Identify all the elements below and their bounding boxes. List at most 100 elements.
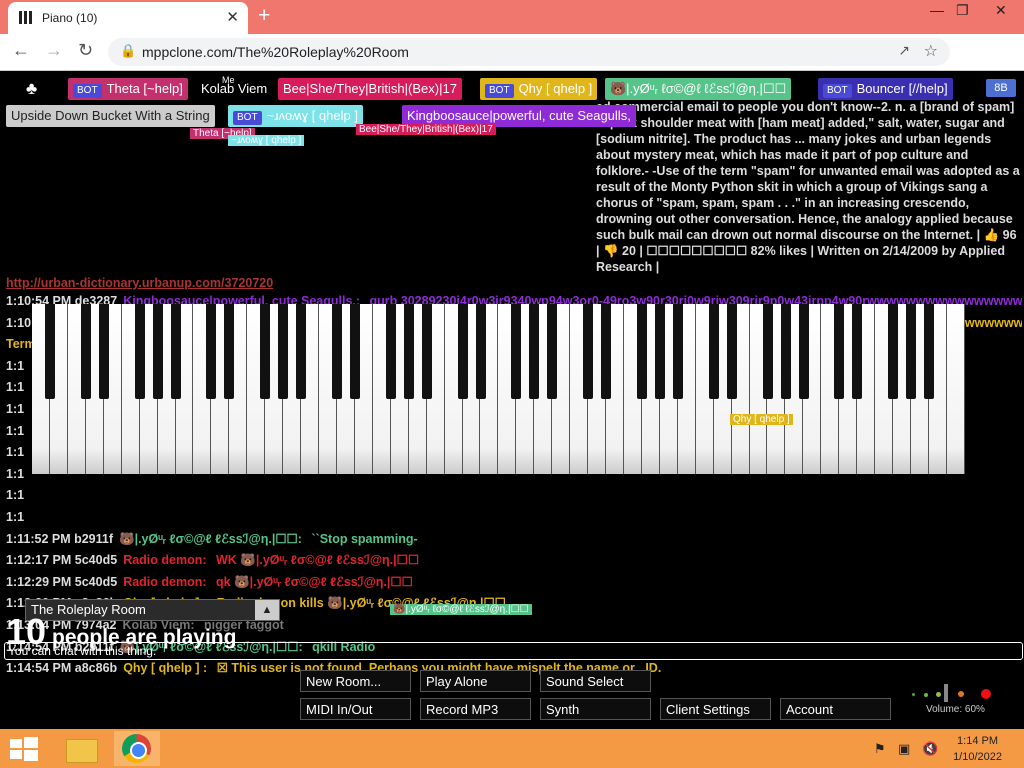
chat-line: 1:12:17 PM 5c40d5 Radio demon: WK 🐻|.уØᵘᵣ… (6, 550, 1022, 572)
chrome-taskbar-icon[interactable] (114, 731, 160, 766)
cursor-label: 🐻|.уØᵘᵣ ℓσ©@ℓ ℓℰѕѕℐ@η.|☐☐ (390, 604, 532, 615)
sound-select-button[interactable]: Sound Select (540, 670, 651, 692)
account-button[interactable]: Account (780, 698, 891, 720)
user-list: BOT Theta [~help] Kolab Viem Bee|She/They|B… (0, 71, 1024, 131)
bot-badge: BOT (823, 84, 852, 98)
tab-title: Piano (10) (42, 11, 98, 25)
black-key[interactable] (349, 304, 360, 399)
black-key[interactable] (278, 304, 289, 399)
black-key[interactable] (206, 304, 217, 399)
black-key[interactable] (44, 304, 55, 399)
black-key[interactable] (888, 304, 899, 399)
black-key[interactable] (708, 304, 719, 399)
black-key[interactable] (457, 304, 468, 399)
record-mp3-button[interactable]: Record MP3 (420, 698, 531, 720)
minimize-icon[interactable]: — (930, 2, 944, 18)
chat-name: Radio demon: (123, 574, 207, 589)
piano-keyboard[interactable] (32, 304, 965, 474)
definition-link[interactable]: http://urban-dictionary.urbanup.com/3720… (6, 275, 1022, 291)
black-key[interactable] (601, 304, 612, 399)
user-name: ~ɹʌoʍɣ [ qhelp ] (266, 108, 358, 123)
chat-name: 🐻|.уØᵘᵣ ℓσ©@ℓ ℓℰѕѕℐ@η.|☐☐: (119, 531, 302, 546)
new-room-button[interactable]: New Room... (300, 670, 411, 692)
address-bar-row: ← → ↻ 🔒 mppclone.com/The%20Roleplay%20Ro… (0, 34, 1024, 98)
black-key[interactable] (906, 304, 917, 399)
user-tag[interactable]: BOT ~ɹʌoʍɣ [ qhelp ] (228, 105, 363, 127)
user-tag[interactable]: BOT Bouncer [//help] (818, 78, 953, 100)
black-key[interactable] (511, 304, 522, 399)
forward-icon[interactable]: → (45, 40, 63, 61)
user-tag[interactable]: Bee|She/They|British|(Bex)|17 (278, 78, 462, 100)
black-key[interactable] (637, 304, 648, 399)
client-settings-button[interactable]: Client Settings (660, 698, 771, 720)
user-tag[interactable]: BOT Theta [~help] (68, 78, 188, 100)
back-icon[interactable]: ← (12, 40, 30, 61)
midi-button[interactable]: MIDI In/Out (300, 698, 411, 720)
file-explorer-icon[interactable] (58, 731, 104, 766)
chat-time: 1:14:54 PM a8c86b (6, 661, 118, 676)
windows-taskbar: ⚑ ▣ 🔇 1:14 PM 1/10/2022 (0, 729, 1024, 768)
black-keys[interactable] (32, 304, 965, 399)
black-key[interactable] (98, 304, 109, 399)
black-key[interactable] (547, 304, 558, 399)
black-key[interactable] (924, 304, 935, 399)
black-key[interactable] (672, 304, 683, 399)
chat-line: 1:11:52 PM b2911f 🐻|.уØᵘᵣ ℓσ©@ℓ ℓℰѕѕℐ@η.|… (6, 529, 1022, 551)
bot-badge: BOT (233, 111, 262, 125)
flag-icon[interactable]: ⚑ (874, 741, 886, 757)
black-key[interactable] (296, 304, 307, 399)
black-key[interactable] (654, 304, 665, 399)
clock-time: 1:14 PM (957, 735, 999, 747)
restore-icon[interactable]: ❐ (956, 2, 969, 19)
black-key[interactable] (583, 304, 594, 399)
me-label: Me (222, 75, 235, 85)
clock-date: 1/10/2022 (953, 751, 1002, 763)
black-key[interactable] (762, 304, 773, 399)
share-icon[interactable]: ↗ (898, 42, 910, 59)
black-key[interactable] (834, 304, 845, 399)
url-text[interactable]: mppclone.com/The%20Roleplay%20Room (142, 44, 409, 60)
black-key[interactable] (80, 304, 91, 399)
black-key[interactable] (403, 304, 414, 399)
user-tag[interactable]: 🐻|.уØᵘᵣ ℓσ©@ℓ ℓℰѕѕℐ@η.|☐☐ (605, 78, 792, 100)
play-alone-button[interactable]: Play Alone (420, 670, 531, 692)
chat-name: Radio demon: (123, 553, 207, 568)
bot-badge: BOT (73, 84, 102, 98)
sb-button[interactable]: 8B (986, 79, 1016, 97)
black-key[interactable] (332, 304, 343, 399)
user-name: Upside Down Bucket With a String (11, 108, 210, 123)
reload-icon[interactable]: ↻ (78, 40, 93, 61)
speaker-muted-icon[interactable]: 🔇 (922, 741, 938, 757)
lock-icon: 🔒 (120, 43, 137, 58)
new-tab-button[interactable]: + (258, 4, 270, 28)
user-tag[interactable]: BOT Qhy [ qhelp ] (480, 78, 598, 100)
black-key[interactable] (170, 304, 181, 399)
volume-handle[interactable] (944, 684, 948, 702)
browser-tab[interactable]: Piano (10) ✕ (8, 2, 248, 34)
synth-button[interactable]: Synth (540, 698, 651, 720)
bookmark-star-icon[interactable]: ☆ (924, 41, 938, 61)
window-close-icon[interactable]: ✕ (995, 2, 1007, 19)
black-key[interactable] (726, 304, 737, 399)
black-key[interactable] (152, 304, 163, 399)
network-icon[interactable]: ▣ (898, 741, 910, 757)
taskbar-clock[interactable]: 1:14 PM 1/10/2022 (953, 733, 1002, 765)
black-key[interactable] (780, 304, 791, 399)
chevron-up-icon[interactable]: ▲ (255, 600, 279, 620)
player-count-text: people are playing (52, 626, 237, 649)
tab-close-icon[interactable]: ✕ (226, 8, 239, 26)
black-key[interactable] (798, 304, 809, 399)
black-key[interactable] (260, 304, 271, 399)
windows-start-icon[interactable] (10, 737, 38, 761)
chat-message: WK 🐻|.уØᵘᵣ ℓσ©@ℓ ℓℰѕѕℐ@η.|☐☐ (212, 553, 420, 568)
omnibox[interactable]: 🔒 mppclone.com/The%20Roleplay%20Room ↗ ☆ (108, 38, 950, 66)
chat-message: ``Stop spamming- (307, 531, 418, 546)
black-key[interactable] (475, 304, 486, 399)
black-key[interactable] (421, 304, 432, 399)
black-key[interactable] (852, 304, 863, 399)
black-key[interactable] (385, 304, 396, 399)
user-tag[interactable]: Upside Down Bucket With a String (6, 105, 215, 127)
black-key[interactable] (529, 304, 540, 399)
black-key[interactable] (224, 304, 235, 399)
black-key[interactable] (134, 304, 145, 399)
